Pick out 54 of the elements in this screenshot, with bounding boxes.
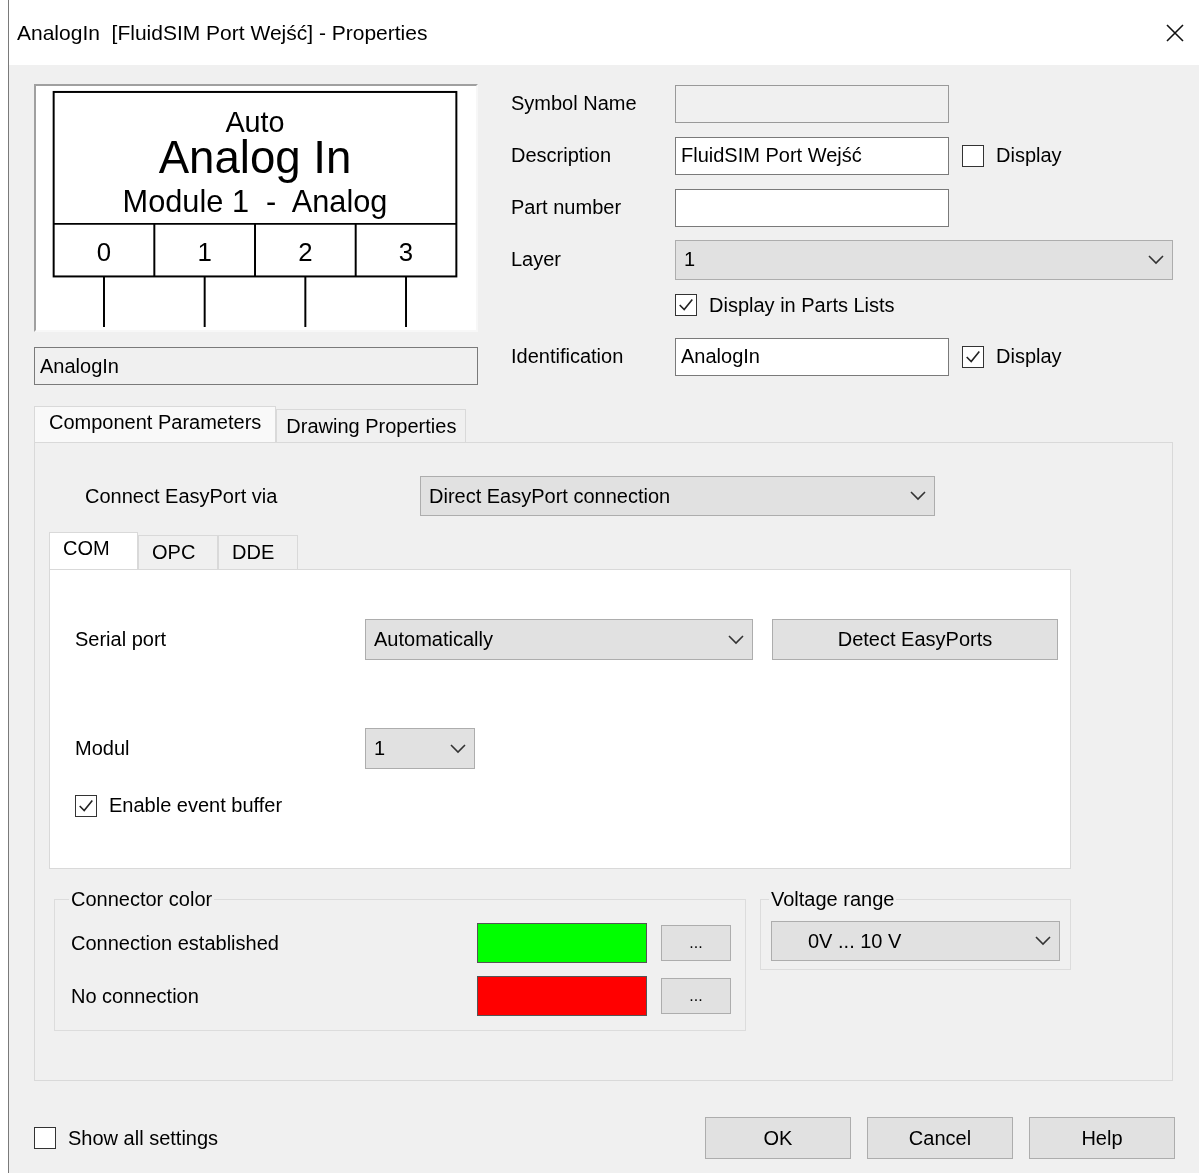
dialog-button[interactable]: Help <box>1029 1117 1175 1159</box>
field-label: No connection <box>71 984 200 1008</box>
color-swatch[interactable] <box>477 976 647 1016</box>
browse-button[interactable]: ... <box>661 925 731 961</box>
symbol-label: 2 <box>298 237 313 266</box>
checkbox-label: Show all settings <box>68 1126 219 1150</box>
tab[interactable]: COM <box>49 532 138 569</box>
chevron-icon <box>728 634 744 645</box>
dropdown[interactable]: Direct EasyPort connection <box>420 476 935 516</box>
text-field[interactable] <box>675 188 949 227</box>
text-field[interactable]: FluidSIM Port Wejść <box>675 136 949 175</box>
checkbox[interactable] <box>75 794 97 817</box>
tab[interactable]: Drawing Properties <box>276 409 467 442</box>
symbol-label: 3 <box>398 237 414 266</box>
dropdown[interactable]: Automatically <box>365 619 753 660</box>
text-field[interactable]: AnalogIn <box>675 337 949 376</box>
field-label: Modul <box>75 737 131 760</box>
checkbox[interactable] <box>675 294 697 316</box>
chevron-icon <box>1148 254 1164 265</box>
checkbox-label: Display <box>996 345 1062 368</box>
field-label: Connection established <box>71 931 280 955</box>
field-label: Connect EasyPort via <box>85 484 279 508</box>
field-label: Serial port <box>75 628 168 651</box>
window-title: AnalogIn [FluidSIM Port Wejść] - Properties <box>17 20 428 45</box>
field-label: Layer <box>511 248 563 271</box>
browse-button[interactable]: ... <box>661 978 731 1014</box>
symbol-label: 1 <box>197 237 212 266</box>
name-field[interactable]: AnalogIn <box>34 347 478 385</box>
symbol-label: Module 1 - Analog <box>122 183 388 219</box>
color-swatch[interactable] <box>477 923 647 963</box>
checkbox[interactable] <box>34 1127 56 1149</box>
checkbox-label: Enable event buffer <box>109 794 283 817</box>
field-label: Identification <box>511 345 625 368</box>
tab[interactable]: Component Parameters <box>34 406 277 442</box>
dialog-button[interactable]: Cancel <box>867 1117 1013 1159</box>
dropdown[interactable]: 1 <box>365 728 475 769</box>
chevron-icon <box>1035 936 1051 946</box>
dropdown[interactable]: 0V ... 10 V <box>771 921 1060 961</box>
checkbox[interactable] <box>962 144 984 167</box>
checkbox-label: Display <box>996 144 1062 167</box>
chevron-icon <box>910 491 926 501</box>
checkbox[interactable] <box>962 345 984 368</box>
checkbox-label: Display in Parts Lists <box>709 293 895 317</box>
dropdown[interactable]: 1 <box>675 239 1173 280</box>
group-title: Connector color <box>70 888 214 911</box>
close-icon[interactable] <box>1165 22 1185 43</box>
field-label: Part number <box>511 196 623 219</box>
group-title: Voltage range <box>770 888 896 911</box>
field-label: Symbol Name <box>511 92 638 115</box>
chevron-icon <box>450 743 466 754</box>
symbol-label: 0 <box>96 237 112 266</box>
detect-button[interactable]: Detect EasyPorts <box>772 619 1058 660</box>
dialog-button[interactable]: OK <box>705 1117 851 1159</box>
field-label: Description <box>511 144 613 167</box>
